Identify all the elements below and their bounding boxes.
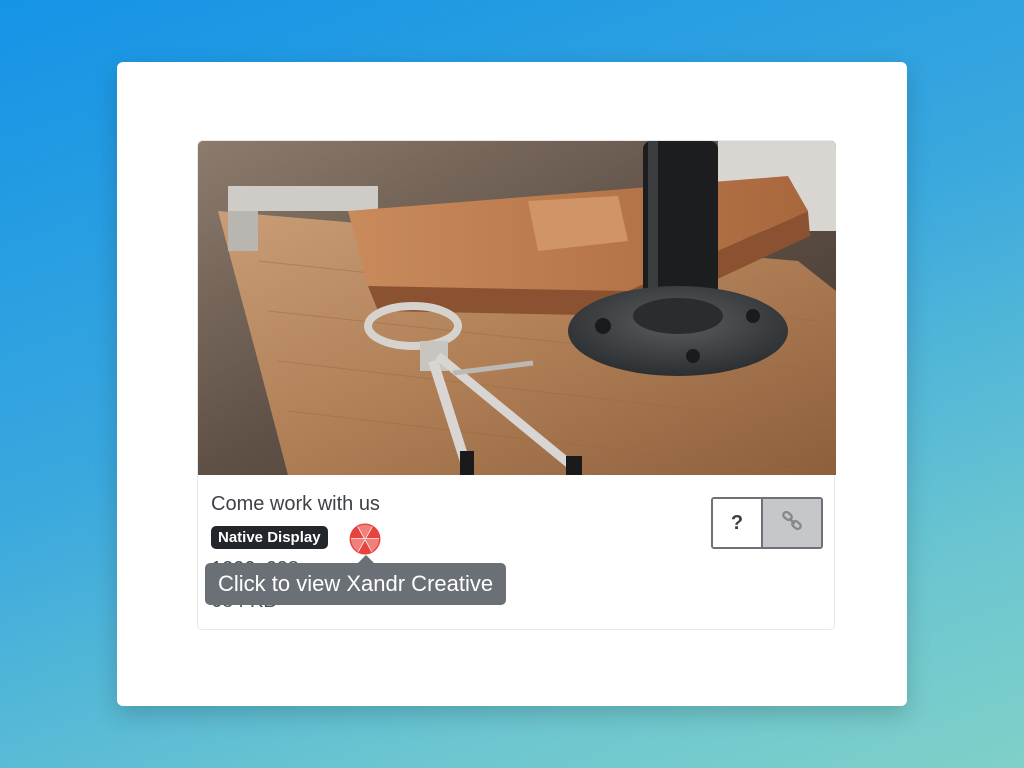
format-badge: Native Display [211, 526, 328, 549]
creative-image [198, 141, 836, 475]
link-button[interactable] [763, 499, 821, 547]
creative-preview-modal: Come work with us Native Display 1200x62… [117, 62, 907, 706]
xandr-logo-icon[interactable] [349, 523, 381, 555]
xandr-tooltip: Click to view Xandr Creative [205, 555, 507, 605]
creative-headline: Come work with us [211, 493, 380, 515]
help-button[interactable]: ? [713, 499, 763, 547]
creative-action-group: ? [711, 497, 823, 549]
creative-card: Come work with us Native Display 1200x62… [197, 140, 836, 630]
link-icon [780, 509, 804, 538]
